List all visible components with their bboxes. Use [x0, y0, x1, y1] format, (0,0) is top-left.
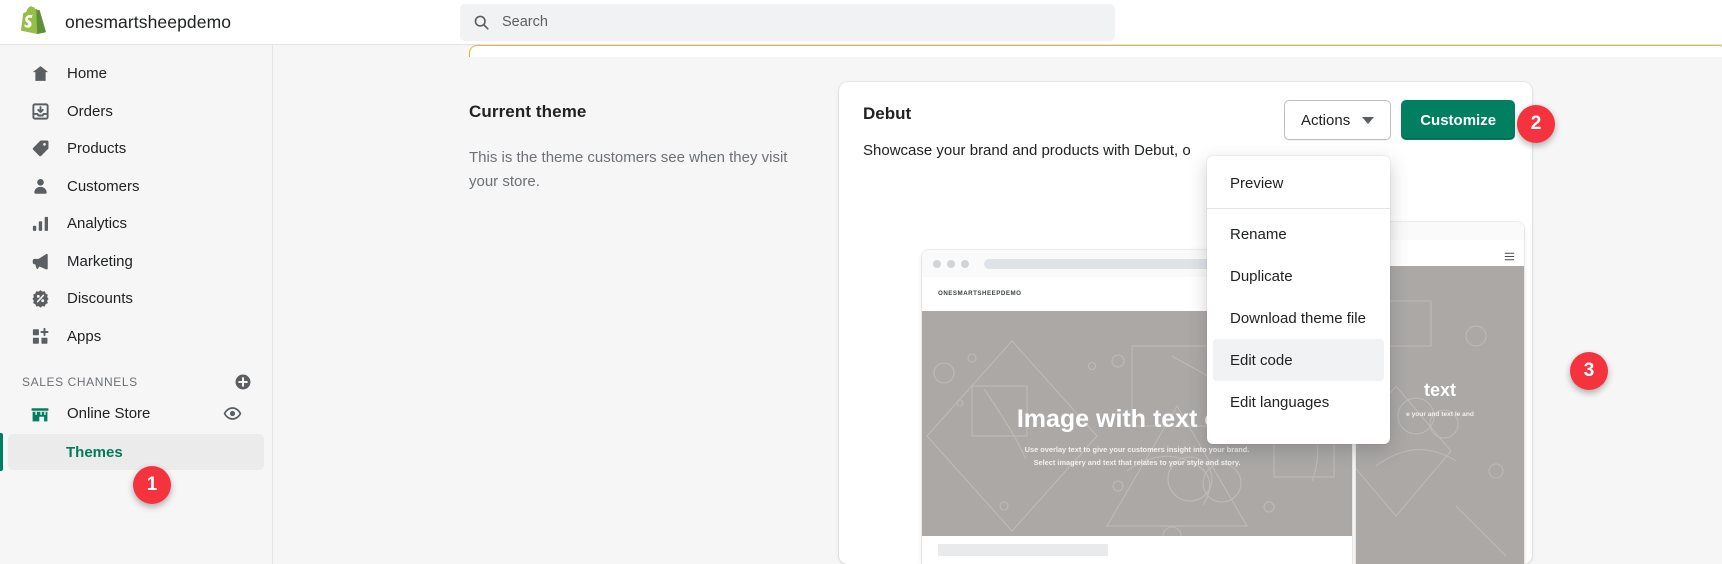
- mobile-hero-subtitle: e your and text le and: [1406, 410, 1474, 418]
- preview-footer-block: [938, 544, 1108, 556]
- browser-dot-icon: [947, 259, 955, 268]
- sidebar-item-online-store[interactable]: Online Store: [8, 395, 264, 432]
- sidebar-item-discounts[interactable]: Discounts: [8, 280, 264, 318]
- menu-item-label: Download theme file: [1230, 309, 1366, 327]
- sidebar-item-themes[interactable]: Themes: [0, 433, 264, 471]
- preview-store-logo: ONESMARTSHEEPDEMO: [938, 289, 1022, 297]
- sidebar-item-label: Analytics: [67, 215, 128, 233]
- sidebar-item-customers[interactable]: Customers: [8, 168, 264, 206]
- search-icon: [473, 14, 490, 31]
- step-badge-number: 3: [1583, 360, 1595, 381]
- sidebar-item-label: Customers: [67, 177, 140, 195]
- menu-item-edit-languages[interactable]: Edit languages: [1213, 381, 1384, 423]
- current-theme-section: Current theme This is the theme customer…: [469, 102, 799, 194]
- orders-inbox-icon: [30, 101, 50, 121]
- apps-grid-plus-icon: [30, 326, 50, 346]
- step-badge-1: 1: [133, 466, 171, 504]
- discount-percent-icon: [30, 289, 50, 309]
- sidebar-item-analytics[interactable]: Analytics: [8, 205, 264, 243]
- actions-button-label: Actions: [1301, 111, 1351, 129]
- sidebar-item-orders[interactable]: Orders: [8, 93, 264, 131]
- menu-item-label: Rename: [1230, 225, 1287, 243]
- menu-item-edit-code[interactable]: Edit code: [1213, 339, 1384, 381]
- theme-preview-thumbnails: ONESMARTSHEEPDEMO Home Catalog: [839, 212, 1532, 564]
- sidebar-item-label: Marketing: [67, 252, 133, 270]
- sales-channels-header: SALES CHANNELS: [22, 373, 252, 391]
- menu-item-rename[interactable]: Rename: [1213, 213, 1384, 255]
- search-container: [460, 3, 1115, 41]
- marketing-megaphone-icon: [30, 251, 50, 271]
- step-badge-number: 1: [146, 474, 158, 495]
- hamburger-menu-icon: [1504, 248, 1515, 261]
- sidebar-item-label: Online Store: [67, 405, 151, 422]
- sidebar-item-home[interactable]: Home: [8, 55, 264, 93]
- theme-card-actions: Actions Customize: [1284, 100, 1516, 140]
- sidebar-item-marketing[interactable]: Marketing: [8, 243, 264, 281]
- mobile-hero-title: text: [1423, 379, 1456, 400]
- sidebar-item-apps[interactable]: Apps: [8, 318, 264, 356]
- theme-card: Debut Showcase your brand and products w…: [839, 82, 1532, 564]
- actions-button[interactable]: Actions: [1284, 100, 1392, 140]
- analytics-bars-icon: [30, 214, 50, 234]
- search-box[interactable]: [460, 3, 1115, 41]
- page-section-description: This is the theme customers see when the…: [469, 149, 788, 190]
- shopify-bag-icon: [18, 6, 48, 38]
- menu-item-label: Edit languages: [1230, 393, 1330, 411]
- browser-dot-icon: [961, 259, 969, 268]
- home-icon: [30, 64, 50, 84]
- customer-person-icon: [30, 176, 50, 196]
- search-input[interactable]: [502, 4, 1062, 40]
- menu-item-download-theme-file[interactable]: Download theme file: [1213, 297, 1384, 339]
- store-name: onesmartsheepdemo: [65, 11, 232, 32]
- step-badge-2: 2: [1517, 105, 1555, 143]
- menu-item-label: Edit code: [1230, 351, 1293, 369]
- sidebar-item-label: Apps: [67, 327, 102, 345]
- step-badge-3: 3: [1570, 352, 1608, 390]
- shopify-admin-window: onesmartsheepdemo Home: [0, 0, 1722, 564]
- menu-item-label: Preview: [1230, 174, 1284, 192]
- preview-site-footer: [922, 536, 1352, 564]
- eye-icon[interactable]: [223, 404, 242, 423]
- sidebar-item-label: Orders: [67, 102, 113, 120]
- customize-button-label: Customize: [1420, 111, 1497, 129]
- menu-divider: [1207, 208, 1390, 209]
- browser-dot-icon: [933, 259, 941, 268]
- sidebar-item-label: Discounts: [67, 290, 133, 308]
- sidebar-item-label: Products: [67, 140, 127, 158]
- sidebar-item-label: Themes: [66, 443, 123, 461]
- step-badge-number: 2: [1530, 113, 1542, 134]
- sales-channels-heading: SALES CHANNELS: [22, 375, 138, 389]
- main-content: Current theme This is the theme customer…: [273, 45, 1722, 564]
- notice-banner-top-edge: [469, 45, 1722, 57]
- menu-item-duplicate[interactable]: Duplicate: [1213, 255, 1384, 297]
- sidebar-item-products[interactable]: Products: [8, 130, 264, 168]
- menu-item-label: Duplicate: [1230, 267, 1293, 285]
- actions-dropdown-menu: Preview Rename Duplicate Download theme …: [1207, 156, 1390, 444]
- menu-item-preview[interactable]: Preview: [1213, 162, 1384, 204]
- chevron-down-icon: [1362, 116, 1375, 124]
- top-bar: onesmartsheepdemo: [0, 0, 1722, 45]
- storefront-icon: [30, 403, 51, 424]
- product-tag-icon: [30, 139, 50, 159]
- page-section-title: Current theme: [469, 102, 587, 121]
- sidebar-item-label: Home: [67, 65, 108, 83]
- preview-hero-subtitle: Use overlay text to give your customers …: [1024, 445, 1250, 467]
- plus-circle-icon[interactable]: [234, 373, 252, 391]
- customize-button[interactable]: Customize: [1401, 100, 1516, 140]
- store-brand[interactable]: onesmartsheepdemo: [0, 6, 440, 38]
